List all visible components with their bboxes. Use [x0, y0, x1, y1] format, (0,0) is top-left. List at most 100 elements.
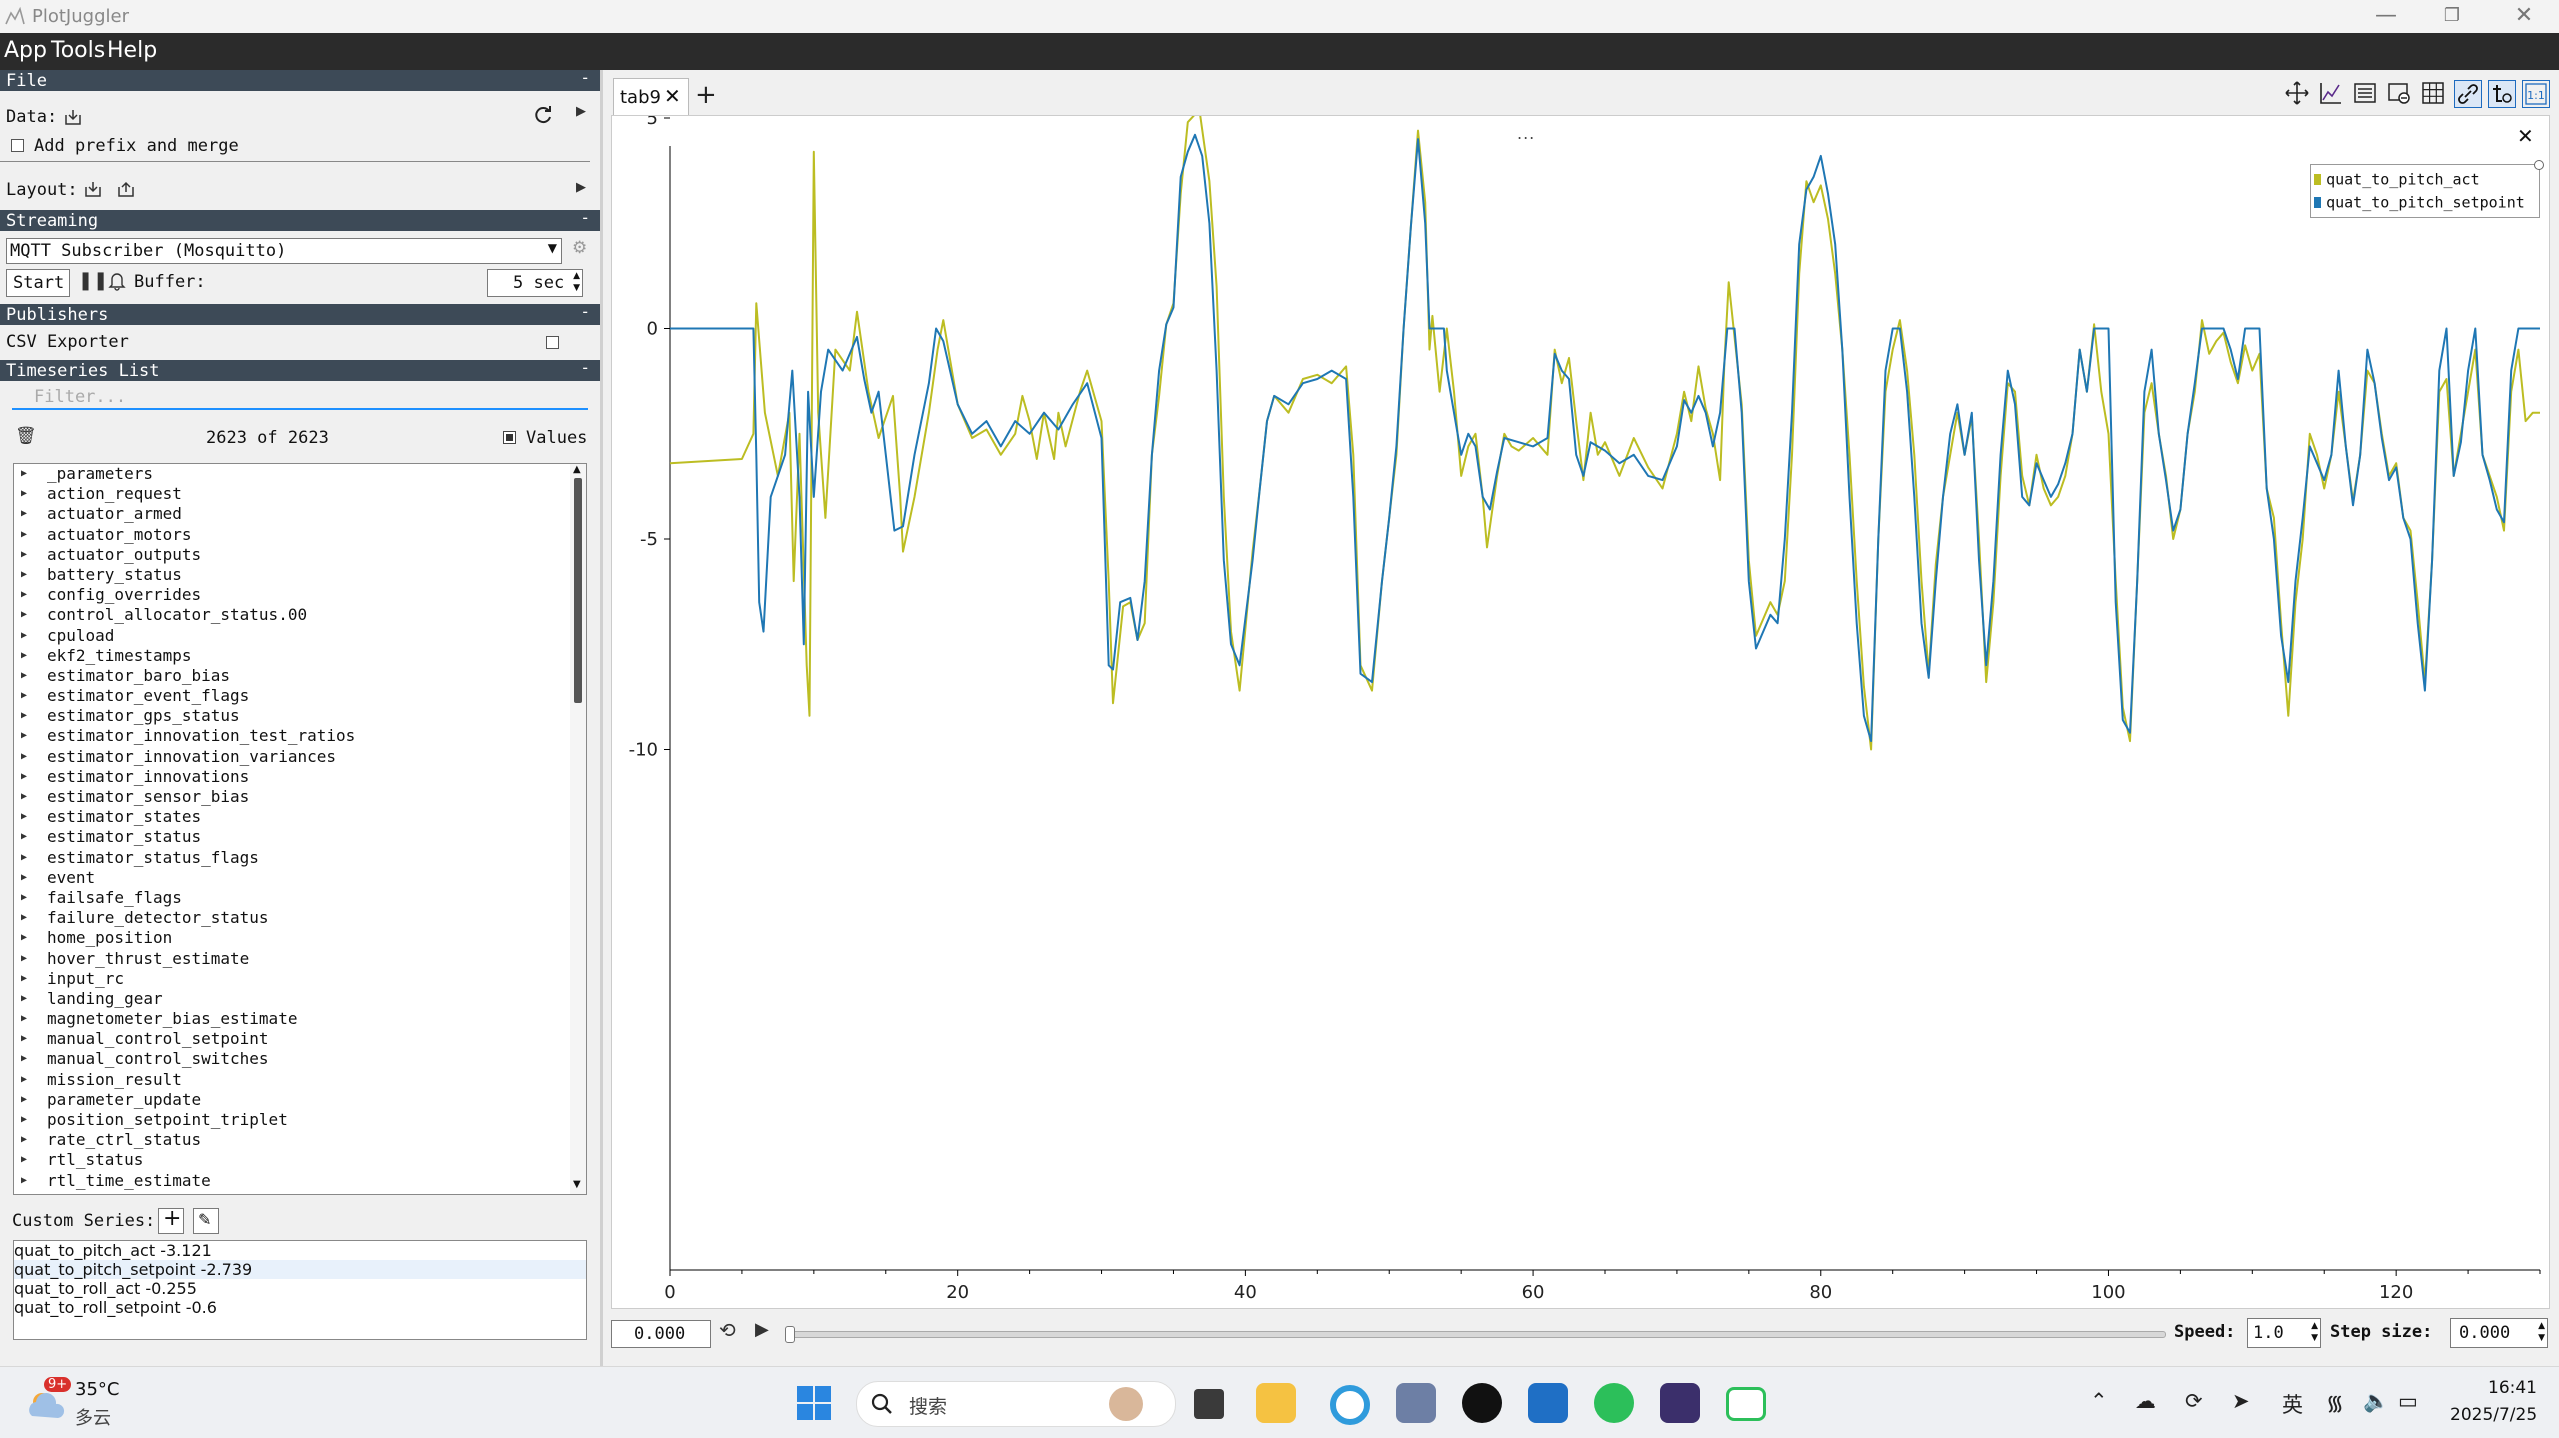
expand-arrow-icon[interactable]: ▶ — [21, 484, 27, 504]
plot-drag-handle[interactable]: ... — [1517, 124, 1535, 143]
scrollbar[interactable]: ▲ ▼ — [570, 464, 586, 1194]
expand-arrow-icon[interactable]: ▶ — [21, 525, 27, 545]
list-item[interactable]: ▶ rate_ctrl_status — [14, 1130, 570, 1150]
expand-arrow-icon[interactable]: ▶ — [21, 686, 27, 706]
expand-arrow-icon[interactable]: ▶ — [21, 949, 27, 969]
restore-icon[interactable]: ❐ — [2432, 5, 2472, 26]
expand-arrow-icon[interactable]: ▶ — [21, 928, 27, 948]
expand-arrow-icon[interactable]: ▶ — [21, 1070, 27, 1090]
section-file-header[interactable]: File - — [0, 68, 600, 91]
add-custom-series-button[interactable]: + — [158, 1206, 184, 1234]
list-item[interactable]: ▶ mission_result — [14, 1070, 570, 1090]
battery-icon[interactable]: ▭ — [2398, 1389, 2418, 1413]
expand-arrow-icon[interactable]: ▶ — [21, 726, 27, 746]
expand-arrow-icon[interactable]: ▶ — [21, 565, 27, 585]
list-item[interactable]: ▶ _parameters — [14, 464, 570, 484]
expand-arrow-icon[interactable]: ▶ — [21, 646, 27, 666]
list-item[interactable]: ▶ cpuload — [14, 626, 570, 646]
list-item[interactable]: ▶ position_setpoint_triplet — [14, 1110, 570, 1130]
scroll-up-icon[interactable]: ▲ — [573, 464, 581, 475]
expand-arrow-icon[interactable]: ▶ — [21, 888, 27, 908]
expand-arrow-icon[interactable]: ▶ — [21, 969, 27, 989]
gear-icon[interactable]: ⚙ — [572, 238, 587, 258]
list-item[interactable]: ▶ failure_detector_status — [14, 908, 570, 928]
expand-arrow-icon[interactable]: ▶ — [21, 747, 27, 767]
add-prefix-checkbox[interactable] — [11, 139, 24, 152]
expand-arrow-icon[interactable]: ▶ — [21, 1049, 27, 1069]
custom-series-row[interactable]: quat_to_pitch_setpoint -2.739 — [14, 1260, 586, 1279]
file-explorer-icon[interactable] — [1256, 1383, 1296, 1423]
list-item[interactable]: ▶ actuator_motors — [14, 525, 570, 545]
cloud-icon[interactable]: ☁ — [2135, 1389, 2156, 1413]
scroll-down-icon[interactable]: ▼ — [573, 1179, 581, 1190]
collapse-icon[interactable]: - — [580, 208, 590, 227]
send-icon[interactable]: ➤ — [2232, 1389, 2250, 1413]
list-item[interactable]: ▶ estimator_sensor_bias — [14, 787, 570, 807]
list-icon[interactable] — [2352, 80, 2378, 106]
expand-arrow-icon[interactable]: ▶ — [21, 504, 27, 524]
list-item[interactable]: ▶ failsafe_flags — [14, 888, 570, 908]
list-item[interactable]: ▶ action_request — [14, 484, 570, 504]
list-item[interactable]: ▶ estimator_event_flags — [14, 686, 570, 706]
expand-arrow-icon[interactable]: ▶ — [21, 1150, 27, 1170]
list-item[interactable]: ▶ estimator_innovation_variances — [14, 747, 570, 767]
step-size-spinbox[interactable]: 0.000 ▲ ▼ — [2450, 1318, 2548, 1348]
expand-arrow-icon[interactable]: ▶ — [21, 1090, 27, 1110]
list-item[interactable]: ▶ estimator_gps_status — [14, 706, 570, 726]
reload-icon[interactable] — [532, 104, 554, 126]
time-offset-icon[interactable] — [2488, 80, 2516, 108]
edge-browser-icon[interactable] — [1330, 1385, 1370, 1425]
ratio-icon[interactable]: 1:1 — [2522, 80, 2550, 108]
expand-arrow-icon[interactable]: ▶ — [21, 1110, 27, 1130]
list-item[interactable]: ▶ actuator_armed — [14, 504, 570, 524]
start-button[interactable]: Start — [6, 269, 70, 297]
close-window-icon[interactable]: ✕ — [2504, 3, 2544, 28]
collapse-icon[interactable]: - — [580, 358, 590, 377]
load-layout-icon[interactable] — [84, 180, 102, 198]
list-item[interactable]: ▶ estimator_innovations — [14, 767, 570, 787]
wifi-icon[interactable]: ᯾ — [2326, 1389, 2344, 1417]
menu-app[interactable]: App — [4, 38, 47, 63]
timeline-handle[interactable] — [785, 1326, 795, 1343]
splitter[interactable] — [600, 70, 603, 1366]
list-item[interactable]: ▶ landing_gear — [14, 989, 570, 1009]
expand-arrow-icon[interactable]: ▶ — [21, 706, 27, 726]
clock-date[interactable]: 2025/7/25 — [2450, 1405, 2537, 1425]
scrollbar-thumb[interactable] — [574, 478, 582, 703]
csv-exporter-checkbox[interactable] — [546, 336, 559, 349]
menu-help[interactable]: Help — [107, 38, 157, 63]
save-layout-icon[interactable] — [117, 180, 135, 198]
list-item[interactable]: ▶ manual_control_switches — [14, 1049, 570, 1069]
section-publishers-header[interactable]: Publishers - — [0, 302, 600, 325]
link-icon[interactable] — [2454, 80, 2482, 108]
clear-plot-icon[interactable] — [2386, 80, 2412, 106]
list-item[interactable]: ▶ magnetometer_bias_estimate — [14, 1009, 570, 1029]
list-item[interactable]: ▶ actuator_outputs — [14, 545, 570, 565]
custom-series-row[interactable]: quat_to_roll_act -0.255 — [14, 1279, 586, 1298]
chevron-up-icon[interactable]: ⌃ — [2090, 1389, 2108, 1413]
custom-series-list[interactable]: quat_to_pitch_act -3.121 quat_to_pitch_s… — [13, 1240, 587, 1340]
vscode-icon[interactable] — [1528, 1383, 1568, 1423]
windows-start-icon[interactable] — [797, 1386, 831, 1420]
legend-item[interactable]: quat_to_pitch_setpoint — [2314, 192, 2525, 212]
list-item[interactable]: ▶ battery_status — [14, 565, 570, 585]
list-item[interactable]: ▶ estimator_baro_bias — [14, 666, 570, 686]
layout-menu-arrow-icon[interactable]: ▶ — [576, 180, 586, 195]
list-item[interactable]: ▶ parameter_update — [14, 1090, 570, 1110]
spin-arrows-icon[interactable]: ▲ ▼ — [2311, 1320, 2318, 1344]
buffer-spinbox[interactable]: 5 sec ▲ ▼ — [487, 269, 583, 297]
custom-series-row[interactable]: quat_to_pitch_act -3.121 — [14, 1241, 586, 1260]
menu-tools[interactable]: Tools — [51, 38, 105, 63]
expand-arrow-icon[interactable]: ▶ — [21, 827, 27, 847]
expand-arrow-icon[interactable]: ▶ — [21, 868, 27, 888]
list-item[interactable]: ▶ rtl_status — [14, 1150, 570, 1170]
zoom-out-plot-icon[interactable] — [2318, 80, 2344, 106]
filter-input[interactable]: Filter... — [12, 384, 588, 410]
streaming-source-select[interactable]: MQTT Subscriber (Mosquitto) ▼ — [6, 238, 562, 264]
wechat-icon[interactable] — [1594, 1383, 1634, 1423]
list-item[interactable]: ▶ estimator_status_flags — [14, 848, 570, 868]
list-item[interactable]: ▶ control_allocator_status.00 — [14, 605, 570, 625]
clock-time[interactable]: 16:41 — [2488, 1378, 2537, 1398]
expand-arrow-icon[interactable]: ▶ — [21, 464, 27, 484]
trash-icon[interactable]: 🗑 — [15, 426, 37, 446]
